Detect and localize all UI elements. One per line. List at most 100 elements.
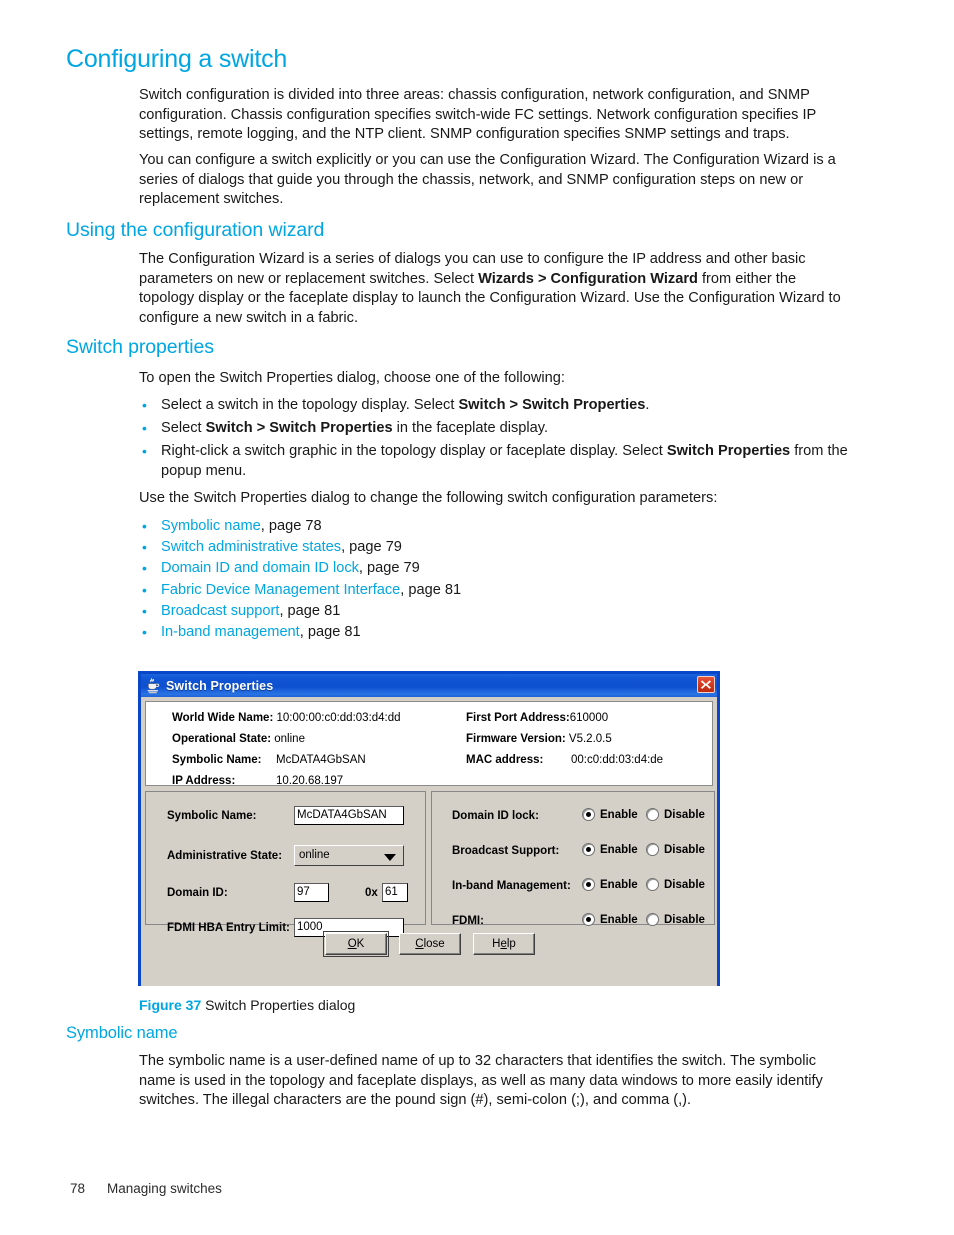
radio-indicator: [646, 808, 659, 821]
intro-paragraph-1: Switch configuration is divided into thr…: [139, 87, 817, 143]
in-band-management-enable-radio[interactable]: Enable: [582, 878, 638, 891]
ok-button[interactable]: OK: [323, 931, 389, 957]
info-ip-address-label: IP Address:: [172, 775, 235, 787]
radio-label: Disable: [664, 808, 705, 821]
close-button[interactable]: Close: [399, 933, 461, 955]
radio-label: Enable: [600, 878, 638, 891]
radio-label: Enable: [600, 913, 638, 926]
cross-reference-link[interactable]: Fabric Device Management Interface: [161, 582, 400, 598]
info-symbolic-name-label: Symbolic Name:: [172, 754, 261, 766]
switch-properties-dialog: Switch Properties World Wide Name: 10:00…: [138, 671, 720, 986]
symbolic-name-input[interactable]: McDATA4GbSAN: [294, 806, 404, 825]
info-value: 00:c0:dd:03:d4:de: [571, 754, 664, 766]
cross-reference-page: , page 81: [279, 602, 341, 619]
domain-id-lock-disable-radio[interactable]: Disable: [646, 808, 705, 821]
radio-label: Enable: [600, 843, 638, 856]
info-symbolic-name-value: McDATA4GbSAN: [276, 754, 366, 766]
info-label: World Wide Name:: [172, 712, 274, 724]
dialog-body: World Wide Name: 10:00:00:c0:dd:03:d4:dd…: [141, 697, 717, 986]
cross-reference-page: , page 79: [358, 560, 420, 577]
symbolic-name-paragraph: The symbolic name is a user-defined name…: [139, 1053, 823, 1109]
radio-indicator: [646, 843, 659, 856]
switch-info-panel: World Wide Name: 10:00:00:c0:dd:03:d4:dd…: [145, 701, 713, 787]
broadcast-support-enable-radio[interactable]: Enable: [582, 843, 638, 856]
bullet-text-pre: Right-click a switch graphic in the topo…: [161, 443, 667, 460]
configuration-wizard-paragraph: The Configuration Wizard is a series of …: [139, 250, 845, 329]
list-item: • Broadcast support, page 81: [139, 602, 859, 622]
broadcast-support-disable-radio[interactable]: Disable: [646, 843, 705, 856]
cross-reference-link[interactable]: Switch administrative states: [161, 539, 341, 555]
info-world-wide-name: World Wide Name: 10:00:00:c0:dd:03:d4:dd: [172, 712, 401, 724]
symbolic-name-label: Symbolic Name:: [167, 810, 257, 822]
dialog-title: Switch Properties: [166, 678, 274, 693]
cross-reference-page: , page 78: [260, 518, 322, 534]
info-mac-address-label: MAC address:: [466, 754, 543, 766]
info-ip-address-value: 10.20.68.197: [276, 775, 343, 787]
fdmi-label: FDMI:: [452, 915, 484, 927]
info-value: V5.2.0.5: [568, 733, 612, 745]
cross-reference-link[interactable]: Domain ID and domain ID lock: [161, 560, 359, 576]
subsection-heading-symbolic-name: Symbolic name: [66, 1024, 178, 1042]
bullet-icon: •: [142, 581, 147, 598]
info-value: 610000: [569, 712, 609, 724]
list-item: • Right-click a switch graphic in the top…: [139, 442, 859, 481]
list-item: • Symbolic name, page 78: [139, 517, 859, 537]
bullet-text-post: in the faceplate display.: [392, 420, 549, 437]
bullet-text-bold: Switch > Switch Properties: [458, 397, 646, 413]
figure-caption: Figure 37 Switch Properties dialog: [139, 996, 355, 1014]
close-icon[interactable]: [697, 676, 715, 693]
dialog-titlebar[interactable]: Switch Properties: [141, 674, 717, 697]
in-band-management-disable-radio[interactable]: Disable: [646, 878, 705, 891]
section-heading-switch-properties: Switch properties: [66, 336, 214, 358]
radio-indicator: [582, 913, 595, 926]
help-button[interactable]: He lp: [473, 933, 535, 955]
bullet-icon: •: [142, 560, 147, 577]
administrative-state-label: Administrative State:: [167, 850, 283, 862]
page-title: Configuring a switch: [66, 45, 288, 73]
radio-indicator: [646, 878, 659, 891]
domain-id-lock-label: Domain ID lock:: [452, 810, 539, 822]
info-operational-state: Operational State: online: [172, 733, 305, 745]
info-value: 10.20.68.197: [276, 775, 344, 787]
info-mac-address-value: 00:c0:dd:03:d4:de: [571, 754, 663, 766]
cross-reference-link[interactable]: In-band management: [161, 624, 300, 640]
open-dialog-bullet-list: • Select a switch in the topology display…: [139, 396, 859, 485]
list-item: • Domain ID and domain ID lock, page 79: [139, 559, 859, 579]
cross-reference-link[interactable]: Symbolic name: [161, 518, 261, 534]
in-band-management-label: In-band Management:: [452, 880, 571, 892]
info-label: Firmware Version:: [466, 733, 566, 745]
cross-reference-link[interactable]: Broadcast support: [161, 603, 279, 619]
bullet-text-pre: Select a switch in the topology display.…: [161, 397, 459, 413]
info-label: First Port Address:: [466, 712, 570, 724]
footer-page-number: 78: [70, 1181, 86, 1196]
info-label: MAC address:: [466, 754, 544, 766]
bullet-icon: •: [142, 518, 147, 534]
bullet-icon: •: [142, 443, 147, 460]
switch-toggles-group: Domain ID lock: Enable Disable Broadcast…: [431, 791, 715, 927]
cross-reference-page: , page 79: [341, 539, 402, 556]
intro-paragraph-2: You can configure a switch explicitly or…: [139, 152, 836, 208]
info-firmware-version: Firmware Version: V5.2.0.5: [466, 733, 612, 745]
administrative-state-value: online: [299, 849, 330, 861]
administrative-state-select[interactable]: online: [294, 845, 404, 866]
domain-id-lock-enable-radio[interactable]: Enable: [582, 808, 638, 821]
info-label: Operational State:: [172, 733, 272, 745]
info-value: online: [274, 733, 305, 745]
radio-label: Disable: [664, 843, 705, 856]
fdmi-disable-radio[interactable]: Disable: [646, 913, 705, 926]
bullet-text-bold: Switch Properties: [666, 443, 791, 460]
domain-id-input[interactable]: 97: [294, 883, 329, 902]
list-item: • Select Switch > Switch Properties in th…: [139, 419, 859, 439]
info-label: IP Address:: [172, 775, 236, 787]
open-dialog-intro: To open the Switch Properties dialog, ch…: [139, 370, 565, 386]
radio-indicator: [582, 843, 595, 856]
bullet-icon: •: [142, 624, 147, 641]
radio-label: Disable: [664, 878, 705, 891]
fdmi-enable-radio[interactable]: Enable: [582, 913, 638, 926]
use-dialog-intro: Use the Switch Properties dialog to chan…: [139, 490, 718, 506]
figure-number: Figure 37: [139, 997, 202, 1013]
document-page: Configuring a switch Switch configuratio…: [0, 0, 954, 1235]
bullet-text-bold: Switch > Switch Properties: [205, 420, 393, 437]
domain-id-hex-input[interactable]: 61: [382, 883, 408, 902]
list-item: • Fabric Device Management Interface, pag…: [139, 581, 859, 601]
